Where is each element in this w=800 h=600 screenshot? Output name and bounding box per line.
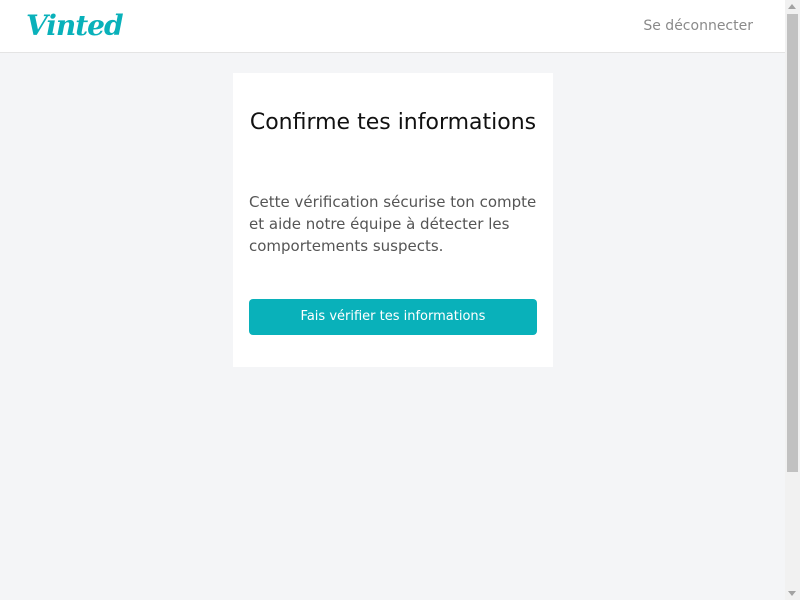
scroll-down-icon[interactable] — [788, 591, 796, 596]
verification-card: Confirme tes informations Cette vérifica… — [233, 73, 553, 367]
page-title: Confirme tes informations — [249, 110, 537, 135]
page: Vinted Se déconnecter Confirme tes infor… — [0, 0, 800, 600]
verify-information-button[interactable]: Fais vérifier tes informations — [249, 299, 537, 335]
scroll-up-icon[interactable] — [788, 4, 796, 9]
vinted-logo[interactable]: Vinted — [26, 6, 124, 46]
logout-link[interactable]: Se déconnecter — [643, 17, 753, 35]
top-header: Vinted Se déconnecter — [0, 0, 785, 53]
scrollbar-thumb[interactable] — [787, 14, 798, 472]
vertical-scrollbar[interactable] — [785, 0, 800, 600]
verification-description: Cette vérification sécurise ton compte e… — [249, 193, 537, 255]
